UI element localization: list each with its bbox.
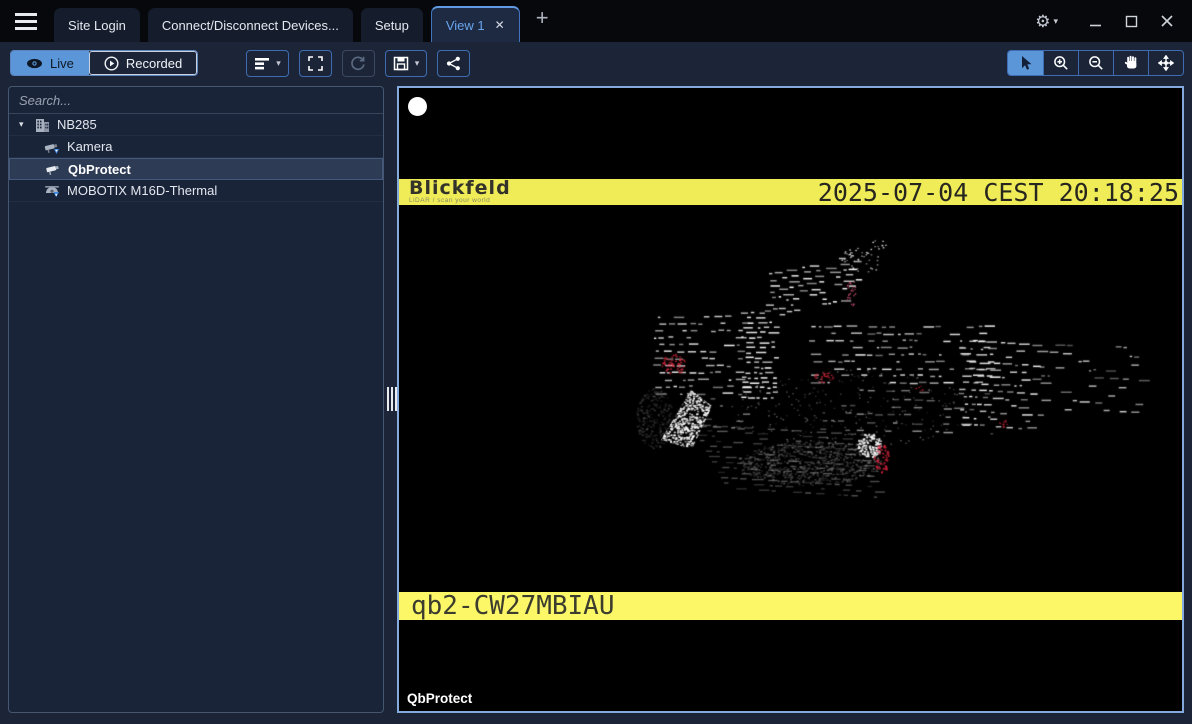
- select-cursor-button[interactable]: [1008, 51, 1043, 75]
- dome-camera-icon: [43, 184, 61, 198]
- move-arrows-icon: [1158, 55, 1174, 71]
- video-tile-qbprotect[interactable]: Blickfeld LiDAR / scan your world 2025-0…: [397, 86, 1184, 713]
- hamburger-menu-icon[interactable]: [8, 6, 44, 36]
- blickfeld-logo: Blickfeld: [409, 179, 511, 198]
- recorded-mode-button[interactable]: Recorded: [89, 51, 197, 75]
- device-label: QbProtect: [68, 162, 131, 177]
- pointer-tool-group: [1007, 50, 1184, 76]
- refresh-icon: [350, 55, 366, 71]
- toolbar: Live Recorded ▾ ▾: [0, 42, 1192, 84]
- tab-site-login[interactable]: Site Login: [54, 8, 140, 42]
- fullscreen-icon: [308, 56, 323, 71]
- zoom-in-icon: [1053, 55, 1069, 71]
- chevron-down-icon: ▾: [415, 59, 420, 68]
- eye-icon: [26, 58, 43, 69]
- expander-icon[interactable]: ▾: [19, 119, 33, 130]
- close-button[interactable]: [1152, 8, 1182, 34]
- zoom-out-button[interactable]: [1078, 51, 1113, 75]
- pan-hand-button[interactable]: [1113, 51, 1148, 75]
- titlebar: Site Login Connect/Disconnect Devices...…: [0, 0, 1192, 42]
- tree-node-qbprotect[interactable]: QbProtect: [9, 158, 383, 180]
- fullscreen-button[interactable]: [299, 50, 332, 77]
- tab-label: Setup: [375, 18, 409, 33]
- layout-icon: [254, 56, 270, 71]
- live-recorded-toggle: Live Recorded: [10, 50, 198, 76]
- save-export-button[interactable]: ▾: [385, 50, 428, 77]
- splitter-grip-icon[interactable]: [387, 387, 397, 411]
- device-label: Kamera: [67, 139, 113, 154]
- site-label: NB285: [57, 117, 97, 132]
- brand-box: Blickfeld LiDAR / scan your world: [409, 179, 511, 205]
- minimize-button[interactable]: [1080, 8, 1110, 34]
- overlay-bar-bottom: qb2-CW27MBIAU: [399, 592, 1182, 620]
- play-circle-icon: [104, 56, 119, 71]
- panel-splitter[interactable]: [384, 84, 397, 711]
- minimize-icon: [1089, 15, 1102, 28]
- main-content: ▾ NB285 Kamera QbProtect MOBOTIX: [0, 84, 1192, 724]
- tab-setup[interactable]: Setup: [361, 8, 423, 42]
- search-input[interactable]: [9, 87, 383, 113]
- tab-view-1[interactable]: View 1 ✕: [431, 6, 520, 42]
- device-tree-panel: ▾ NB285 Kamera QbProtect MOBOTIX: [8, 86, 384, 713]
- tab-label: View 1: [446, 18, 485, 33]
- view-tool-group: ▾ ▾: [246, 50, 470, 77]
- layout-select-button[interactable]: ▾: [246, 50, 289, 77]
- tab-close-icon[interactable]: ✕: [495, 18, 505, 32]
- tree-node-mobotix-thermal[interactable]: MOBOTIX M16D-Thermal: [9, 180, 383, 202]
- chevron-down-icon: ▾: [276, 59, 281, 68]
- camera-name-label: QbProtect: [407, 691, 472, 706]
- overlay-bar-top: Blickfeld LiDAR / scan your world 2025-0…: [399, 179, 1182, 205]
- search-row: [9, 87, 383, 114]
- live-mode-button[interactable]: Live: [11, 51, 89, 75]
- tab-label: Site Login: [68, 18, 126, 33]
- tab-connect-disconnect-devices[interactable]: Connect/Disconnect Devices...: [148, 8, 353, 42]
- maximize-button[interactable]: [1116, 8, 1146, 34]
- share-icon: [446, 56, 461, 71]
- settings-menu-button[interactable]: ⚙ ▾: [1035, 13, 1058, 30]
- new-tab-button[interactable]: +: [536, 5, 549, 31]
- zoom-out-icon: [1088, 55, 1104, 71]
- tree-node-site[interactable]: ▾ NB285: [9, 114, 383, 136]
- cursor-arrow-icon: [1018, 55, 1033, 71]
- timestamp-overlay: 2025-07-04 CEST 20:18:25: [818, 178, 1182, 207]
- device-label: MOBOTIX M16D-Thermal: [67, 183, 217, 198]
- camera-icon: [43, 140, 61, 154]
- tree-node-kamera[interactable]: Kamera: [9, 136, 383, 158]
- titlebar-right: ⚙ ▾: [1035, 8, 1192, 34]
- zoom-in-button[interactable]: [1043, 51, 1078, 75]
- hand-icon: [1124, 55, 1139, 71]
- gear-icon: ⚙: [1035, 13, 1050, 30]
- site-building-icon: [33, 118, 51, 132]
- tab-label: Connect/Disconnect Devices...: [162, 18, 339, 33]
- share-button[interactable]: [437, 50, 470, 77]
- status-dot-icon: [408, 97, 427, 116]
- device-id-overlay: qb2-CW27MBIAU: [399, 591, 615, 621]
- chevron-down-icon: ▾: [1053, 17, 1058, 26]
- camera-icon: [44, 162, 62, 176]
- live-label: Live: [50, 56, 74, 71]
- maximize-icon: [1125, 15, 1138, 28]
- close-icon: [1160, 14, 1174, 28]
- recorded-label: Recorded: [126, 56, 182, 71]
- brand-tagline: LiDAR / scan your world: [409, 198, 511, 205]
- save-icon: [393, 56, 409, 71]
- refresh-button[interactable]: [342, 50, 375, 77]
- move-pan-button[interactable]: [1148, 51, 1183, 75]
